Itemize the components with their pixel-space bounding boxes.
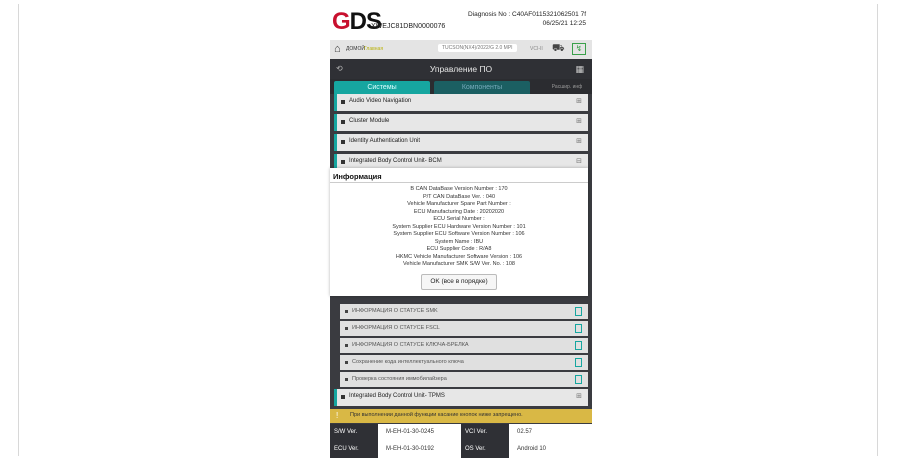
gds-header: GDS XWEJC81DBN0000076 Diagnosis No : C40…: [330, 6, 592, 40]
diagnosis-info: Diagnosis No : C40AF0115321062501 7f 06/…: [468, 10, 586, 28]
vehicle-selector[interactable]: TUCSON(NX4)/2022/G 2.0 MPI: [438, 44, 517, 52]
vci-label: VCI-II: [530, 46, 543, 52]
dialog-line: ECU Supplier Code : R/A8: [426, 246, 492, 252]
document-icon[interactable]: [575, 358, 582, 367]
dialog-line: System Name : IBU: [434, 238, 484, 245]
system-label: Integrated Body Control Unit- TPMS: [349, 393, 445, 399]
expand-icon[interactable]: ⊞: [576, 97, 582, 105]
dialog-line: System Supplier ECU Hardware Version Num…: [392, 223, 526, 230]
document-icon[interactable]: [575, 341, 582, 350]
sub-item-label: ИНФОРМАЦИЯ О СТАТУСЕ КЛЮЧА-БРЕЛКА: [352, 342, 469, 348]
sub-item-label: Сохранение кода интеллектуального ключа: [352, 359, 464, 365]
os-ver-value: Android 10: [517, 446, 547, 452]
sub-item-label: Проверка состояния иммобилайзера: [352, 376, 447, 382]
dialog-line: B CAN DataBase Version Number : 170: [410, 186, 508, 192]
bullet-icon: [345, 310, 348, 313]
document-icon[interactable]: [575, 307, 582, 316]
vci-ver-value: 02.57: [517, 429, 533, 435]
bullet-icon: [341, 120, 345, 124]
ecu-ver-label: ECU Ver.: [330, 441, 378, 458]
sub-item-label: ИНФОРМАЦИЯ О СТАТУСЕ FSCL: [352, 325, 440, 331]
sub-item-label: ИНФОРМАЦИЯ О СТАТУСЕ SMK: [352, 308, 438, 314]
warning-text: При выполнении данной функции касание кн…: [350, 412, 523, 418]
dialog-line: ECU Manufacturing Date : 20202020: [413, 208, 505, 215]
grid-menu-icon[interactable]: ▦: [575, 64, 584, 75]
collapse-icon[interactable]: ⊟: [576, 157, 582, 165]
bullet-icon: [341, 140, 345, 144]
sub-item[interactable]: Проверка состояния иммобилайзера: [340, 372, 588, 387]
system-label: Identity Authentication Unit: [349, 138, 421, 144]
bullet-icon: [345, 361, 348, 364]
sw-ver-label: S/W Ver.: [330, 424, 378, 441]
ok-button[interactable]: OK (все в порядке): [421, 274, 497, 290]
warning-icon: !: [336, 411, 339, 420]
bullet-icon: [345, 327, 348, 330]
bullet-icon: [341, 395, 345, 399]
os-ver-label: OS Ver.: [461, 441, 509, 458]
sub-item[interactable]: ИНФОРМАЦИЯ О СТАТУСЕ SMK: [340, 304, 588, 319]
system-row[interactable]: Cluster Module ⊞: [334, 114, 588, 131]
vci-ver-label: VCI Ver.: [461, 424, 509, 441]
dialog-divider: [330, 182, 588, 183]
bullet-icon: [341, 100, 345, 104]
system-row[interactable]: Identity Authentication Unit ⊞: [334, 134, 588, 151]
dialog-line: HKMC Vehicle Manufacturer Software Versi…: [395, 253, 523, 260]
home-label[interactable]: ДОМОЙ: [346, 46, 365, 52]
dialog-body: B CAN DataBase Version Number : 170 P/T …: [330, 186, 588, 269]
diagnosis-number: Diagnosis No : C40AF0115321062501 7f: [467, 11, 586, 18]
tab-components[interactable]: Компоненты: [434, 81, 530, 94]
car-icon[interactable]: ⛟: [552, 43, 565, 56]
system-label: Audio Video Navigation: [349, 98, 412, 104]
expand-icon[interactable]: ⊞: [576, 392, 582, 400]
tab-extended[interactable]: Расшир. инф: [546, 81, 588, 94]
warning-banner: ! При выполнении данной функции касание …: [330, 409, 592, 423]
document-icon[interactable]: [575, 324, 582, 333]
sub-item[interactable]: ИНФОРМАЦИЯ О СТАТУСЕ КЛЮЧА-БРЕЛКА: [340, 338, 588, 353]
ecu-ver-value: M-EH-01-30-0192: [386, 446, 435, 452]
system-row[interactable]: Integrated Body Control Unit- TPMS ⊞: [334, 389, 588, 406]
connection-status-icon[interactable]: ↯: [572, 43, 586, 55]
tab-bar: Системы Компоненты Расшир. инф: [330, 79, 592, 94]
system-label: Integrated Body Control Unit- BCM: [349, 158, 442, 164]
document-icon[interactable]: [575, 375, 582, 384]
top-bar: ⌂ ДОМОЙ Главная TUCSON(NX4)/2022/G 2.0 M…: [330, 40, 592, 59]
info-dialog: Информация B CAN DataBase Version Number…: [330, 168, 588, 296]
dialog-line: ECU Serial Number :: [433, 216, 485, 222]
page-title: Управление ПО: [429, 64, 493, 74]
bullet-icon: [341, 160, 345, 164]
bullet-icon: [345, 378, 348, 381]
dialog-title: Информация: [333, 172, 382, 181]
system-label: Cluster Module: [349, 118, 390, 124]
tab-systems[interactable]: Системы: [334, 81, 430, 94]
home-sub-label: Главная: [364, 46, 384, 52]
expand-icon[interactable]: ⊞: [576, 137, 582, 145]
sub-item[interactable]: ИНФОРМАЦИЯ О СТАТУСЕ FSCL: [340, 321, 588, 336]
version-info: S/W Ver. M-EH-01-30-0245 VCI Ver. 02.57 …: [330, 424, 592, 458]
dialog-line: Vehicle Manufacturer SMK S/W Ver. No. : …: [403, 261, 515, 267]
bullet-icon: [345, 344, 348, 347]
expand-icon[interactable]: ⊞: [576, 117, 582, 125]
diagnosis-datetime: 06/25/21 12:25: [542, 20, 586, 27]
sw-ver-value: M-EH-01-30-0245: [386, 429, 435, 435]
vin-label: XWEJC81DBN0000076: [371, 23, 446, 30]
title-bar: ⟲ Управление ПО ▦: [330, 59, 592, 79]
sub-item[interactable]: Сохранение кода интеллектуального ключа: [340, 355, 588, 370]
system-row[interactable]: Audio Video Navigation ⊞: [334, 94, 588, 111]
dialog-line: System Supplier ECU Software Version Num…: [393, 231, 525, 237]
dialog-line: P/T CAN DataBase Ver. : 040: [422, 193, 496, 200]
gds-logo: GDS: [332, 8, 382, 35]
home-icon[interactable]: ⌂: [334, 43, 341, 55]
dialog-line: Vehicle Manufacturer Spare Part Number :: [407, 201, 511, 207]
